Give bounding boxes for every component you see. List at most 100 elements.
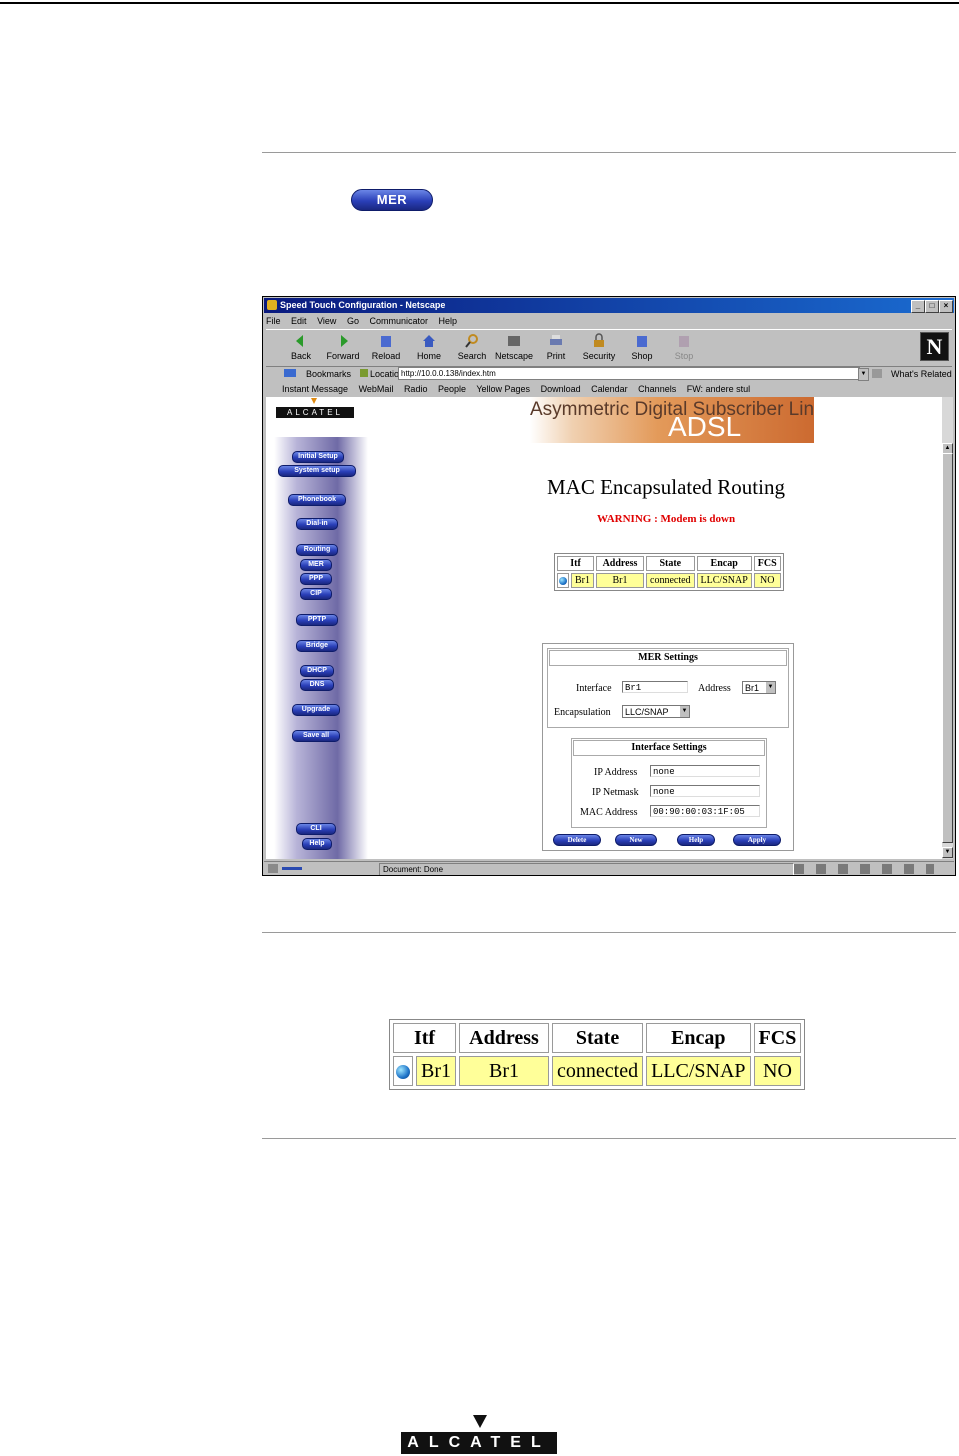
nav-cip[interactable]: CIP <box>300 588 332 600</box>
row-select-cell[interactable] <box>557 573 569 588</box>
lock-icon <box>594 333 604 347</box>
maximize-button[interactable]: □ <box>925 300 939 313</box>
cell-fcs: NO <box>753 573 781 588</box>
alcatel-triangle-icon <box>473 1415 487 1428</box>
home-button[interactable]: Home <box>408 333 450 361</box>
table-header-row: Itf Address State Encap FCS <box>393 1023 802 1053</box>
bookmark-yellow-pages[interactable]: Yellow Pages <box>476 384 530 394</box>
adsl-banner: Asymmetric Digital Subscriber Line ADSL <box>530 397 814 443</box>
print-button[interactable]: Print <box>535 333 577 361</box>
connection-status-icon <box>282 867 302 870</box>
nav-dns[interactable]: DNS <box>300 679 334 691</box>
bookmark-channels[interactable]: Channels <box>638 384 676 394</box>
nav-phonebook[interactable]: Phonebook <box>288 494 346 506</box>
mac-address-field[interactable]: 00:90:00:03:1F:05 <box>650 805 760 817</box>
scroll-down-icon[interactable]: ▼ <box>942 847 953 858</box>
nav-dial-in[interactable]: Dial-in <box>296 518 338 530</box>
stop-button[interactable]: Stop <box>663 333 705 361</box>
interface-label: Interface <box>576 683 612 694</box>
menu-help[interactable]: Help <box>439 316 458 326</box>
nav-dhcp[interactable]: DHCP <box>300 665 334 677</box>
back-arrow-icon <box>296 335 303 347</box>
select-radio-icon[interactable] <box>396 1064 410 1079</box>
menu-view[interactable]: View <box>317 316 336 326</box>
back-button[interactable]: Back <box>280 333 322 361</box>
location-input[interactable]: http://10.0.0.138/index.htm <box>398 367 860 380</box>
whats-related-button[interactable]: What's Related <box>891 367 952 381</box>
ip-netmask-field[interactable]: none <box>650 785 760 797</box>
nav-bridge[interactable]: Bridge <box>296 640 338 652</box>
cell-itf: Br1 <box>416 1056 456 1086</box>
row-select-cell[interactable] <box>393 1056 413 1086</box>
search-icon <box>465 334 478 348</box>
bookmark-calendar[interactable]: Calendar <box>591 384 628 394</box>
close-button[interactable]: × <box>939 300 953 313</box>
shop-icon <box>637 336 647 347</box>
table-row[interactable]: Br1 Br1 connected LLC/SNAP NO <box>557 573 781 588</box>
encapsulation-select[interactable]: LLC/SNAP ▼ <box>622 705 690 718</box>
bookmark-people[interactable]: People <box>438 384 466 394</box>
apply-button[interactable]: Apply <box>733 834 781 846</box>
forward-button[interactable]: Forward <box>322 333 364 361</box>
menu-file[interactable]: File <box>266 316 281 326</box>
table-row[interactable]: Br1 Br1 connected LLC/SNAP NO <box>393 1056 802 1086</box>
nav-sidebar: ALCATEL Initial Setup System setup Phone… <box>266 397 368 859</box>
minimize-button[interactable]: _ <box>911 300 925 313</box>
cell-encap: LLC/SNAP <box>696 573 752 588</box>
scroll-thumb[interactable] <box>942 453 953 843</box>
new-button[interactable]: New <box>615 834 657 846</box>
vertical-scrollbar[interactable]: ▲ ▼ <box>942 397 953 859</box>
nav-help[interactable]: Help <box>302 838 332 850</box>
personal-toolbar: Instant Message WebMail Radio People Yel… <box>266 383 952 395</box>
bookmark-webmail[interactable]: WebMail <box>359 384 394 394</box>
shop-button[interactable]: Shop <box>621 333 663 361</box>
nav-mer[interactable]: MER <box>300 559 332 571</box>
header-fcs: FCS <box>753 1023 802 1053</box>
banner-adsl: ADSL <box>668 411 742 442</box>
menu-go[interactable]: Go <box>347 316 359 326</box>
ip-address-field[interactable]: none <box>650 765 760 777</box>
mer-settings-box: MER Settings Interface Br1 Address Br1 ▼ … <box>547 648 789 728</box>
cell-address: Br1 <box>459 1056 549 1086</box>
component-bar-icons <box>794 864 934 874</box>
search-button[interactable]: Search <box>451 333 493 361</box>
bookmarks-button[interactable]: Bookmarks <box>306 367 351 381</box>
bookmark-download[interactable]: Download <box>541 384 581 394</box>
nav-upgrade[interactable]: Upgrade <box>292 704 340 716</box>
header-encap: Encap <box>646 1023 751 1053</box>
mer-settings-panel: MER Settings Interface Br1 Address Br1 ▼ … <box>542 643 794 851</box>
menu-communicator[interactable]: Communicator <box>369 316 428 326</box>
nav-routing[interactable]: Routing <box>296 544 338 556</box>
mer-interface-table-enlarged: Itf Address State Encap FCS Br1 Br1 conn… <box>389 1019 806 1090</box>
nav-ppp[interactable]: PPP <box>300 573 332 585</box>
interface-settings-title: Interface Settings <box>573 740 765 756</box>
bookmark-instant-message[interactable]: Instant Message <box>282 384 348 394</box>
location-dropdown-icon[interactable]: ▼ <box>858 368 869 381</box>
security-button[interactable]: Security <box>578 333 620 361</box>
interface-settings-box: Interface Settings IP Address none IP Ne… <box>571 738 767 828</box>
page-title: MAC Encapsulated Routing <box>547 475 785 499</box>
nav-initial-setup[interactable]: Initial Setup <box>292 451 344 463</box>
select-radio-icon[interactable] <box>559 576 567 585</box>
chevron-down-icon: ▼ <box>766 682 775 693</box>
header-address: Address <box>596 556 644 571</box>
netscape-button[interactable]: Netscape <box>493 333 535 361</box>
nav-pptp[interactable]: PPTP <box>296 614 338 626</box>
bookmark-radio[interactable]: Radio <box>404 384 428 394</box>
address-select[interactable]: Br1 ▼ <box>742 681 776 694</box>
security-status-icon <box>268 864 278 873</box>
delete-button[interactable]: Delete <box>553 834 601 846</box>
nav-save-all[interactable]: Save all <box>292 730 340 742</box>
nav-cli[interactable]: CLI <box>296 823 336 835</box>
reload-button[interactable]: Reload <box>365 333 407 361</box>
help-button[interactable]: Help <box>677 834 715 846</box>
cell-state: connected <box>552 1056 644 1086</box>
bookmark-fw-andere-stul[interactable]: FW: andere stul <box>687 384 750 394</box>
nav-system-setup[interactable]: System setup <box>278 465 356 477</box>
address-label: Address <box>698 683 731 694</box>
cell-state: connected <box>646 573 695 588</box>
interface-field[interactable]: Br1 <box>622 681 688 693</box>
location-icon <box>360 369 368 377</box>
printer-icon <box>550 335 562 345</box>
menu-edit[interactable]: Edit <box>291 316 307 326</box>
